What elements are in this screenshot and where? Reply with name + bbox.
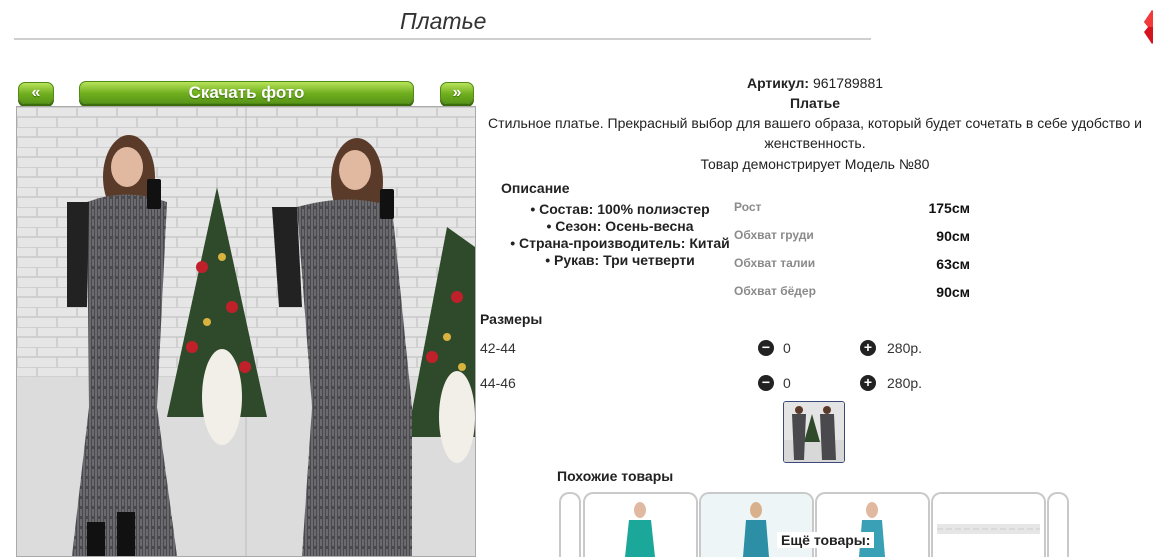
product-name: Платье xyxy=(790,95,840,111)
title-divider xyxy=(14,38,871,40)
prop-season: Сезон: Осень-весна xyxy=(500,218,740,235)
photo-thumbnail[interactable] xyxy=(783,401,845,463)
similar-heading: Похожие товары xyxy=(557,468,674,484)
product-description-line2: женственность. xyxy=(764,135,866,151)
plus-icon[interactable]: + xyxy=(860,375,876,391)
measurement-height: Рост 175см xyxy=(734,200,970,216)
product-description-line1: Стильное платье. Прекрасный выбор для ва… xyxy=(488,115,1142,131)
quantity-value: 0 xyxy=(783,340,791,356)
more-products-label[interactable]: Ещё товары: xyxy=(777,532,875,548)
minus-icon[interactable]: − xyxy=(758,375,774,391)
price: 280р. xyxy=(887,375,923,391)
measurement-value: 90см xyxy=(936,284,970,300)
download-photo-button[interactable]: Скачать фото xyxy=(79,81,414,104)
page-title: Платье xyxy=(400,8,487,34)
article-value: 961789881 xyxy=(812,75,884,91)
similar-scroll-right[interactable] xyxy=(1047,492,1069,557)
size-row: 42-44 − 0 + 280р. xyxy=(480,338,950,360)
minus-icon[interactable]: − xyxy=(758,340,774,356)
similar-scroll-left[interactable] xyxy=(559,492,581,557)
measurement-hips: Обхват бёдер 90см xyxy=(734,284,970,300)
similar-product-image xyxy=(937,524,1040,534)
prop-sleeve: Рукав: Три четверти xyxy=(500,252,740,269)
product-photo-image xyxy=(17,107,475,556)
size-label: 42-44 xyxy=(480,340,516,356)
measurement-waist: Обхват талии 63см xyxy=(734,256,970,272)
article-label: Артикул: xyxy=(746,75,810,91)
measurement-value: 175см xyxy=(928,200,970,216)
description-props: Состав: 100% полиэстер Сезон: Осень-весн… xyxy=(500,201,740,269)
measurement-chest: Обхват груди 90см xyxy=(734,228,970,244)
quantity-value: 0 xyxy=(783,375,791,391)
model-note: Товар демонстрирует Модель №80 xyxy=(700,156,930,172)
size-label: 44-46 xyxy=(480,375,516,391)
similar-product-card[interactable] xyxy=(583,492,698,557)
price: 280р. xyxy=(887,340,923,356)
red-diamond-icon[interactable] xyxy=(1138,10,1153,44)
thumbnail-image xyxy=(784,402,844,462)
next-photo-button[interactable]: » xyxy=(440,82,474,104)
similar-product-card[interactable] xyxy=(931,492,1046,557)
measurement-value: 63см xyxy=(936,256,970,272)
prop-composition: Состав: 100% полиэстер xyxy=(500,201,740,218)
plus-icon[interactable]: + xyxy=(860,340,876,356)
size-row: 44-46 − 0 + 280р. xyxy=(480,373,950,395)
measurement-value: 90см xyxy=(936,228,970,244)
sizes-heading: Размеры xyxy=(480,311,543,327)
product-photo[interactable] xyxy=(16,106,476,557)
prev-photo-button[interactable]: « xyxy=(18,82,54,104)
article-line: Артикул: 961789881 xyxy=(477,75,1153,91)
prop-country: Страна-производитель: Китай xyxy=(500,235,740,252)
similar-product-image xyxy=(625,502,655,557)
description-heading: Описание xyxy=(501,180,570,196)
